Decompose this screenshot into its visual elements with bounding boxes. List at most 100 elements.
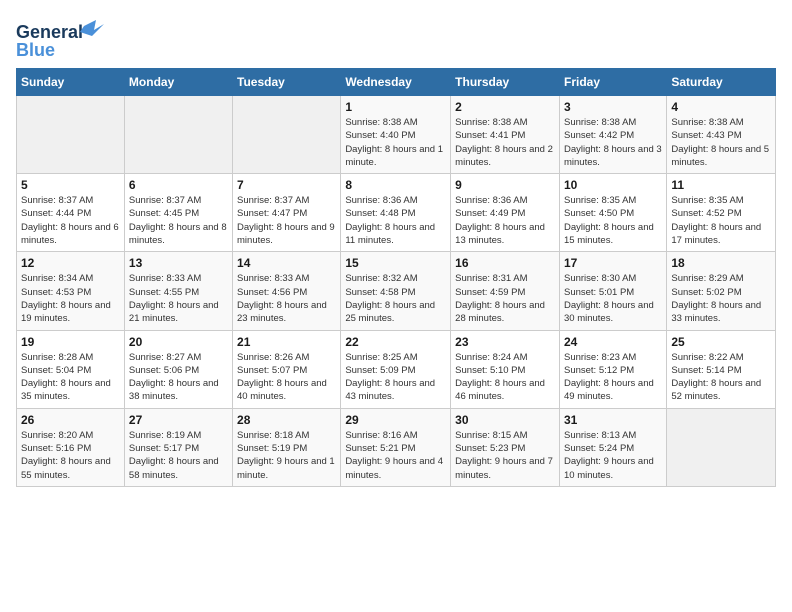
day-detail: Sunrise: 8:24 AM Sunset: 5:10 PM Dayligh…: [455, 351, 555, 404]
calendar-cell: 25 Sunrise: 8:22 AM Sunset: 5:14 PM Dayli…: [667, 330, 776, 408]
calendar-week-row: 19 Sunrise: 8:28 AM Sunset: 5:04 PM Dayli…: [17, 330, 776, 408]
day-detail: Sunrise: 8:16 AM Sunset: 5:21 PM Dayligh…: [345, 429, 446, 482]
day-number: 28: [237, 413, 336, 427]
day-detail: Sunrise: 8:20 AM Sunset: 5:16 PM Dayligh…: [21, 429, 120, 482]
calendar-cell: 27 Sunrise: 8:19 AM Sunset: 5:17 PM Dayli…: [124, 408, 232, 486]
day-number: 6: [129, 178, 228, 192]
day-detail: Sunrise: 8:22 AM Sunset: 5:14 PM Dayligh…: [671, 351, 771, 404]
day-detail: Sunrise: 8:30 AM Sunset: 5:01 PM Dayligh…: [564, 272, 662, 325]
day-number: 7: [237, 178, 336, 192]
calendar-week-row: 26 Sunrise: 8:20 AM Sunset: 5:16 PM Dayli…: [17, 408, 776, 486]
page-header: General Blue: [16, 16, 776, 60]
day-number: 29: [345, 413, 446, 427]
day-number: 19: [21, 335, 120, 349]
calendar-cell: 6 Sunrise: 8:37 AM Sunset: 4:45 PM Daylig…: [124, 174, 232, 252]
calendar-cell: 18Sunrise: 8:29 AM Sunset: 5:02 PM Dayli…: [667, 252, 776, 330]
day-detail: Sunrise: 8:37 AM Sunset: 4:47 PM Dayligh…: [237, 194, 336, 247]
day-number: 26: [21, 413, 120, 427]
calendar-cell: 14Sunrise: 8:33 AM Sunset: 4:56 PM Dayli…: [233, 252, 341, 330]
day-number: 11: [671, 178, 771, 192]
day-detail: Sunrise: 8:19 AM Sunset: 5:17 PM Dayligh…: [129, 429, 228, 482]
calendar-cell: 9 Sunrise: 8:36 AM Sunset: 4:49 PM Daylig…: [451, 174, 560, 252]
day-number: 8: [345, 178, 446, 192]
day-detail: Sunrise: 8:27 AM Sunset: 5:06 PM Dayligh…: [129, 351, 228, 404]
day-detail: Sunrise: 8:32 AM Sunset: 4:58 PM Dayligh…: [345, 272, 446, 325]
calendar-week-row: 1 Sunrise: 8:38 AM Sunset: 4:40 PM Daylig…: [17, 96, 776, 174]
day-detail: Sunrise: 8:13 AM Sunset: 5:24 PM Dayligh…: [564, 429, 662, 482]
calendar-cell: 4 Sunrise: 8:38 AM Sunset: 4:43 PM Daylig…: [667, 96, 776, 174]
weekday-header: Monday: [124, 69, 232, 96]
calendar-cell: [17, 96, 125, 174]
day-detail: Sunrise: 8:35 AM Sunset: 4:52 PM Dayligh…: [671, 194, 771, 247]
calendar-cell: 16 Sunrise: 8:31 AM Sunset: 4:59 PM Dayli…: [451, 252, 560, 330]
day-detail: Sunrise: 8:38 AM Sunset: 4:43 PM Dayligh…: [671, 116, 771, 169]
day-number: 16: [455, 256, 555, 270]
day-number: 30: [455, 413, 555, 427]
calendar-cell: 3 Sunrise: 8:38 AM Sunset: 4:42 PM Daylig…: [559, 96, 666, 174]
day-detail: Sunrise: 8:38 AM Sunset: 4:40 PM Dayligh…: [345, 116, 446, 169]
day-number: 3: [564, 100, 662, 114]
calendar-cell: 29 Sunrise: 8:16 AM Sunset: 5:21 PM Dayli…: [341, 408, 451, 486]
day-number: 2: [455, 100, 555, 114]
calendar-cell: [233, 96, 341, 174]
day-detail: Sunrise: 8:28 AM Sunset: 5:04 PM Dayligh…: [21, 351, 120, 404]
calendar-cell: 12Sunrise: 8:34 AM Sunset: 4:53 PM Dayli…: [17, 252, 125, 330]
calendar-cell: 28 Sunrise: 8:18 AM Sunset: 5:19 PM Dayli…: [233, 408, 341, 486]
day-number: 15: [345, 256, 446, 270]
day-detail: Sunrise: 8:31 AM Sunset: 4:59 PM Dayligh…: [455, 272, 555, 325]
svg-text:General: General: [16, 22, 83, 42]
calendar-week-row: 12Sunrise: 8:34 AM Sunset: 4:53 PM Dayli…: [17, 252, 776, 330]
calendar-cell: 2 Sunrise: 8:38 AM Sunset: 4:41 PM Daylig…: [451, 96, 560, 174]
day-number: 1: [345, 100, 446, 114]
day-number: 27: [129, 413, 228, 427]
calendar-cell: [124, 96, 232, 174]
weekday-header: Wednesday: [341, 69, 451, 96]
calendar-cell: 5 Sunrise: 8:37 AM Sunset: 4:44 PM Daylig…: [17, 174, 125, 252]
day-number: 12: [21, 256, 120, 270]
calendar-week-row: 5 Sunrise: 8:37 AM Sunset: 4:44 PM Daylig…: [17, 174, 776, 252]
day-number: 24: [564, 335, 662, 349]
calendar-cell: 8 Sunrise: 8:36 AM Sunset: 4:48 PM Daylig…: [341, 174, 451, 252]
logo: General Blue: [16, 16, 106, 60]
day-detail: Sunrise: 8:36 AM Sunset: 4:48 PM Dayligh…: [345, 194, 446, 247]
calendar-cell: 31 Sunrise: 8:13 AM Sunset: 5:24 PM Dayli…: [559, 408, 666, 486]
weekday-header: Saturday: [667, 69, 776, 96]
calendar-cell: 24Sunrise: 8:23 AM Sunset: 5:12 PM Dayli…: [559, 330, 666, 408]
calendar-cell: 13Sunrise: 8:33 AM Sunset: 4:55 PM Dayli…: [124, 252, 232, 330]
calendar-table: SundayMondayTuesdayWednesdayThursdayFrid…: [16, 68, 776, 487]
day-detail: Sunrise: 8:33 AM Sunset: 4:56 PM Dayligh…: [237, 272, 336, 325]
calendar-cell: 23 Sunrise: 8:24 AM Sunset: 5:10 PM Dayli…: [451, 330, 560, 408]
calendar-cell: 11 Sunrise: 8:35 AM Sunset: 4:52 PM Dayli…: [667, 174, 776, 252]
day-number: 23: [455, 335, 555, 349]
day-detail: Sunrise: 8:36 AM Sunset: 4:49 PM Dayligh…: [455, 194, 555, 247]
day-detail: Sunrise: 8:38 AM Sunset: 4:42 PM Dayligh…: [564, 116, 662, 169]
calendar-cell: 30Sunrise: 8:15 AM Sunset: 5:23 PM Dayli…: [451, 408, 560, 486]
calendar-cell: 21Sunrise: 8:26 AM Sunset: 5:07 PM Dayli…: [233, 330, 341, 408]
day-detail: Sunrise: 8:26 AM Sunset: 5:07 PM Dayligh…: [237, 351, 336, 404]
weekday-header: Friday: [559, 69, 666, 96]
day-number: 17: [564, 256, 662, 270]
calendar-cell: 1 Sunrise: 8:38 AM Sunset: 4:40 PM Daylig…: [341, 96, 451, 174]
calendar-cell: 17 Sunrise: 8:30 AM Sunset: 5:01 PM Dayli…: [559, 252, 666, 330]
calendar-header-row: SundayMondayTuesdayWednesdayThursdayFrid…: [17, 69, 776, 96]
day-number: 22: [345, 335, 446, 349]
day-number: 31: [564, 413, 662, 427]
day-detail: Sunrise: 8:25 AM Sunset: 5:09 PM Dayligh…: [345, 351, 446, 404]
day-number: 10: [564, 178, 662, 192]
calendar-cell: [667, 408, 776, 486]
day-detail: Sunrise: 8:38 AM Sunset: 4:41 PM Dayligh…: [455, 116, 555, 169]
day-detail: Sunrise: 8:29 AM Sunset: 5:02 PM Dayligh…: [671, 272, 771, 325]
weekday-header: Thursday: [451, 69, 560, 96]
day-number: 13: [129, 256, 228, 270]
calendar-cell: 15 Sunrise: 8:32 AM Sunset: 4:58 PM Dayli…: [341, 252, 451, 330]
svg-text:Blue: Blue: [16, 40, 55, 60]
day-detail: Sunrise: 8:37 AM Sunset: 4:45 PM Dayligh…: [129, 194, 228, 247]
day-number: 5: [21, 178, 120, 192]
day-detail: Sunrise: 8:37 AM Sunset: 4:44 PM Dayligh…: [21, 194, 120, 247]
day-detail: Sunrise: 8:18 AM Sunset: 5:19 PM Dayligh…: [237, 429, 336, 482]
day-number: 4: [671, 100, 771, 114]
day-number: 25: [671, 335, 771, 349]
day-number: 20: [129, 335, 228, 349]
day-number: 9: [455, 178, 555, 192]
calendar-cell: 22 Sunrise: 8:25 AM Sunset: 5:09 PM Dayli…: [341, 330, 451, 408]
